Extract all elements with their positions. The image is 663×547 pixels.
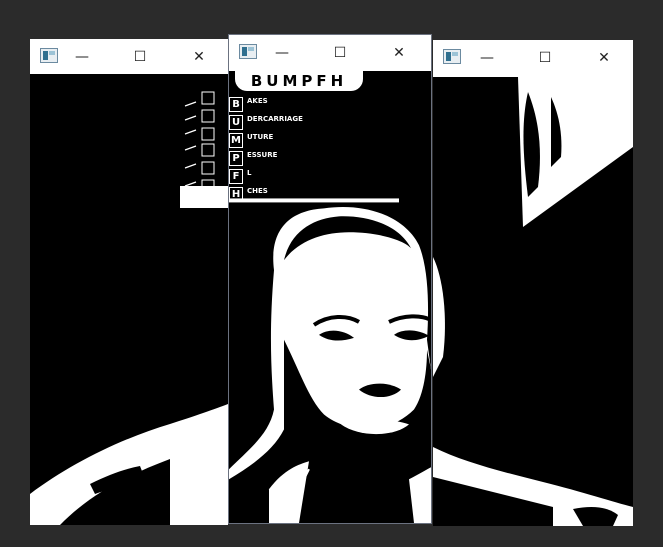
window-center[interactable]: — ☐ ✕ BUMPFH B U M P F H AKES DERCARRIAG… — [228, 34, 432, 524]
minimize-icon[interactable]: — — [59, 39, 105, 74]
sign-letter: M — [229, 133, 243, 148]
image-view: BUMPFH B U M P F H AKES DERCARRIAGE UTUR… — [229, 71, 431, 523]
sign-letter: F — [229, 169, 243, 184]
maximize-icon[interactable]: ☐ — [117, 39, 163, 74]
titlebar[interactable]: — ☐ ✕ — [229, 35, 431, 71]
window-left[interactable]: — ☐ ✕ — [30, 39, 228, 525]
close-icon[interactable]: ✕ — [581, 40, 627, 75]
sign-letter: B — [229, 97, 243, 112]
app-icon — [40, 48, 58, 63]
titlebar[interactable]: — ☐ ✕ — [30, 39, 228, 74]
sign-row: UTURE — [247, 133, 274, 141]
app-icon — [443, 49, 461, 64]
titlebar[interactable]: — ☐ ✕ — [433, 40, 633, 77]
image-view — [433, 77, 633, 526]
sign-row: ESSURE — [247, 151, 278, 159]
sign-letter: U — [229, 115, 243, 130]
image-view — [30, 74, 228, 525]
sign-title: BUMPFH — [235, 71, 363, 91]
maximize-icon[interactable]: ☐ — [522, 40, 568, 75]
sign-row: AKES — [247, 97, 268, 105]
sign-letter: H — [229, 187, 243, 202]
sign-row: DERCARRIAGE — [247, 115, 303, 123]
sign-row: L — [247, 169, 252, 177]
minimize-icon[interactable]: — — [259, 35, 305, 70]
close-icon[interactable]: ✕ — [176, 39, 222, 74]
sign-row: CHES — [247, 187, 268, 195]
close-icon[interactable]: ✕ — [376, 35, 422, 70]
threshold-image — [30, 74, 228, 525]
maximize-icon[interactable]: ☐ — [317, 35, 363, 70]
threshold-image — [433, 77, 633, 526]
app-icon — [239, 44, 257, 59]
sign-letter: P — [229, 151, 243, 166]
minimize-icon[interactable]: — — [464, 40, 510, 75]
window-right[interactable]: — ☐ ✕ — [433, 40, 633, 526]
